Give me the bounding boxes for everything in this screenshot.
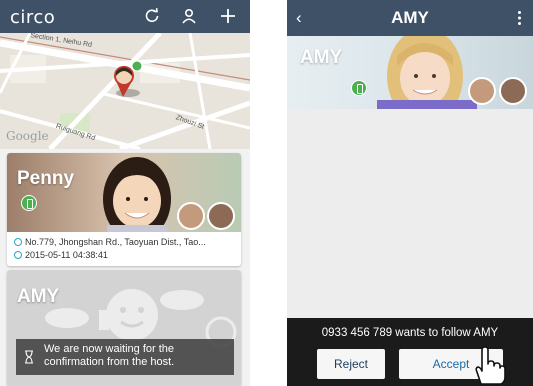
right-phone-screen: ‹ AMY AMY 0933 456 789 wants to follow A… [287, 0, 533, 386]
reject-button[interactable]: Reject [317, 349, 385, 379]
page-title: AMY [391, 8, 429, 27]
member-name: AMY [17, 286, 60, 307]
waiting-toast: We are now waiting for the confirmation … [16, 339, 234, 375]
member-name: Penny [17, 168, 75, 189]
member-timestamp: 2015-05-11 04:38:41 [14, 250, 108, 260]
app-header: circo [0, 0, 250, 33]
avatar[interactable] [499, 77, 527, 105]
hourglass-icon [25, 350, 33, 364]
battery-icon [21, 195, 37, 211]
app-logo: circo [10, 7, 56, 28]
member-address: No.779, Jhongshan Rd., Taoyuan Dist., Ta… [14, 237, 206, 247]
map-view[interactable]: Section 1, Neihu Rd Ruiguang Rd Zhouzi S… [0, 33, 250, 149]
member-photo [7, 153, 241, 232]
follow-request-text: 0933 456 789 wants to follow AMY [321, 327, 499, 339]
timestamp-text: 2015-05-11 04:38:41 [25, 250, 108, 260]
member-card-penny[interactable]: Penny No.779, Jhongshan Rd., Taoyuan Dis… [7, 153, 241, 266]
more-vert-icon[interactable] [518, 11, 521, 25]
address-text: No.779, Jhongshan Rd., Taoyuan Dist., Ta… [25, 237, 206, 247]
avatar[interactable] [177, 202, 205, 230]
app-header: ‹ AMY [287, 0, 533, 36]
avatar[interactable] [207, 202, 235, 230]
clock-icon [14, 251, 22, 259]
google-attribution: Google [6, 129, 49, 143]
hand-pointer-icon [475, 346, 506, 385]
refresh-icon[interactable] [143, 7, 161, 25]
plus-icon[interactable] [219, 7, 237, 25]
left-phone-screen: circo Section 1, Neihu Rd Ruiguang Rd Zh… [0, 0, 250, 386]
toast-message: We are now waiting for the confirmation … [44, 343, 175, 368]
battery-icon [351, 80, 367, 96]
person-icon[interactable] [180, 7, 198, 25]
avatar[interactable] [468, 77, 496, 105]
member-name: AMY [300, 47, 343, 68]
location-icon [14, 238, 22, 246]
